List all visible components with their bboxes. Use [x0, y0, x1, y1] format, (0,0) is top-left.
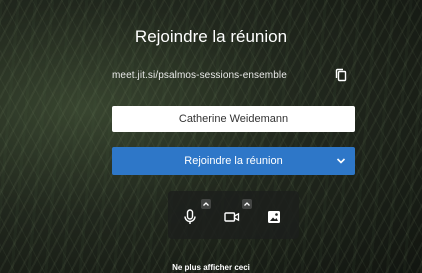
- microphone-icon[interactable]: [179, 206, 201, 228]
- background-icon[interactable]: [263, 206, 285, 228]
- display-name-input[interactable]: [112, 106, 355, 132]
- dont-show-again-checkbox-label[interactable]: Ne plus afficher ceci: [0, 263, 422, 272]
- chevron-down-icon[interactable]: [335, 155, 347, 167]
- page-title: Rejoindre la réunion: [134, 27, 288, 46]
- audio-settings-caret[interactable]: [201, 199, 211, 209]
- join-meeting-button[interactable]: Rejoindre la réunion: [112, 147, 355, 175]
- join-meeting-label: Rejoindre la réunion: [184, 155, 283, 167]
- copy-icon[interactable]: [333, 67, 349, 83]
- meeting-url-row: meet.jit.si/psalmos-sessions-ensemble: [112, 64, 355, 86]
- video-settings-caret[interactable]: [242, 199, 252, 209]
- meeting-url: meet.jit.si/psalmos-sessions-ensemble: [112, 69, 287, 81]
- prejoin-toolbar: [168, 191, 299, 239]
- camera-icon[interactable]: [221, 206, 243, 228]
